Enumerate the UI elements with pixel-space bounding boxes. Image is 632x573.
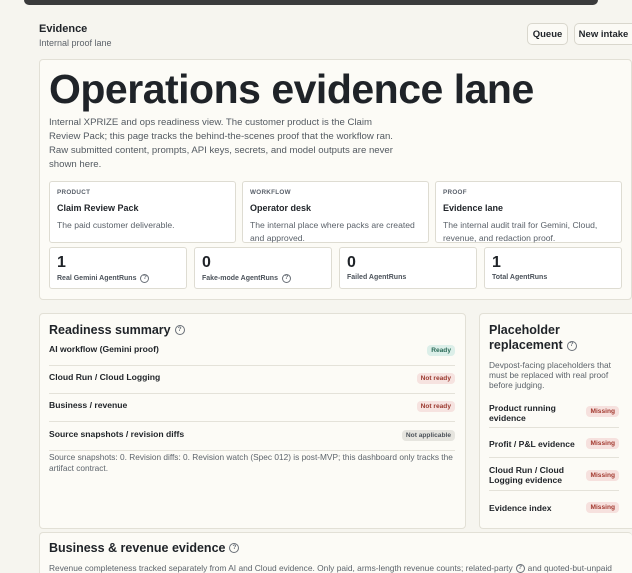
status-badge: Ready — [427, 345, 455, 356]
window-top-bar — [24, 0, 598, 5]
metric-value: 1 — [492, 254, 501, 271]
help-icon[interactable]: ? — [174, 325, 185, 335]
placeholder-description: Devpost-facing placeholders that must be… — [489, 360, 611, 390]
tile-proof: PROOF Evidence lane The internal audit t… — [435, 181, 622, 243]
tile-kicker: WORKFLOW — [250, 189, 291, 196]
tile-description: The internal place where packs are creat… — [250, 220, 415, 243]
hero-description: Internal XPRIZE and ops readiness view. … — [49, 117, 393, 170]
placeholder-row-evidence-index: Evidence index Missing — [489, 495, 619, 519]
readiness-row-label: Source snapshots / revision diffs — [49, 429, 185, 439]
placeholder-row-product-running: Product running evidence Missing — [489, 398, 619, 428]
readiness-note: Source snapshots: 0. Revision diffs: 0. … — [49, 452, 453, 473]
placeholder-row-label: Evidence index — [489, 503, 552, 513]
status-badge: Missing — [586, 502, 619, 513]
metric-total-runs: 1 Total AgentRuns — [484, 247, 622, 289]
help-icon[interactable]: ? — [140, 274, 150, 283]
metric-label: Fake-mode AgentRuns? — [202, 274, 291, 283]
readiness-row-business: Business / revenue Not ready — [49, 396, 455, 422]
tile-title: Operator desk — [250, 203, 312, 213]
status-badge: Not ready — [416, 373, 455, 384]
metric-label: Failed AgentRuns — [347, 274, 407, 281]
placeholder-row-cloud-run: Cloud Run / Cloud Logging evidence Missi… — [489, 460, 619, 491]
readiness-row-source-snapshots: Source snapshots / revision diffs Not ap… — [49, 425, 455, 451]
status-badge: Not applicable — [401, 430, 455, 441]
metric-fake-mode-runs: 0 Fake-mode AgentRuns? — [194, 247, 332, 289]
readiness-row-label: AI workflow (Gemini proof) — [49, 344, 159, 354]
status-badge: Missing — [586, 470, 619, 481]
help-icon[interactable]: ? — [515, 563, 525, 573]
tile-product: PRODUCT Claim Review Pack The paid custo… — [49, 181, 236, 243]
tile-workflow: WORKFLOW Operator desk The internal plac… — [242, 181, 429, 243]
help-icon[interactable]: ? — [281, 274, 291, 283]
queue-button[interactable]: Queue — [527, 23, 568, 45]
tile-kicker: PRODUCT — [57, 189, 91, 196]
placeholder-row-label: Cloud Run / Cloud Logging evidence — [489, 465, 564, 485]
placeholder-row-label: Profit / P&L evidence — [489, 439, 575, 449]
readiness-row-ai-workflow: AI workflow (Gemini proof) Ready — [49, 340, 455, 366]
tile-kicker: PROOF — [443, 189, 467, 196]
metric-value: 0 — [202, 254, 211, 271]
status-badge: Not ready — [416, 401, 455, 412]
metric-value: 0 — [347, 254, 356, 271]
business-description: Revenue completeness tracked separately … — [49, 563, 612, 573]
help-icon[interactable]: ? — [566, 340, 577, 351]
placeholder-row-profit: Profit / P&L evidence Missing — [489, 431, 619, 458]
readiness-row-cloud-run: Cloud Run / Cloud Logging Not ready — [49, 368, 455, 394]
new-intake-button[interactable]: New intake — [574, 23, 632, 45]
status-badge: Missing — [586, 438, 619, 449]
business-title: Business & revenue evidence? — [49, 541, 240, 555]
page-title: Evidence — [39, 23, 88, 35]
readiness-row-label: Cloud Run / Cloud Logging — [49, 372, 161, 382]
tile-description: The internal audit trail for Gemini, Clo… — [443, 220, 598, 243]
tile-description: The paid customer deliverable. — [57, 220, 175, 230]
tile-title: Claim Review Pack — [57, 203, 139, 213]
metric-value: 1 — [57, 254, 66, 271]
metric-label: Real Gemini AgentRuns? — [57, 274, 150, 283]
page-subtitle: Internal proof lane — [39, 38, 112, 48]
status-badge: Missing — [586, 406, 619, 417]
page-header: Evidence Internal proof lane — [39, 23, 112, 48]
metric-real-gemini-runs: 1 Real Gemini AgentRuns? — [49, 247, 187, 289]
metric-failed-runs: 0 Failed AgentRuns — [339, 247, 477, 289]
placeholder-row-label: Product running evidence — [489, 403, 556, 423]
tile-title: Evidence lane — [443, 203, 504, 213]
hero-title: Operations evidence lane — [49, 66, 534, 112]
readiness-title: Readiness summary? — [49, 323, 185, 337]
help-icon[interactable]: ? — [229, 543, 240, 553]
readiness-row-label: Business / revenue — [49, 400, 128, 410]
placeholder-title: Placeholder replacement? — [489, 323, 577, 353]
metric-label: Total AgentRuns — [492, 274, 548, 281]
